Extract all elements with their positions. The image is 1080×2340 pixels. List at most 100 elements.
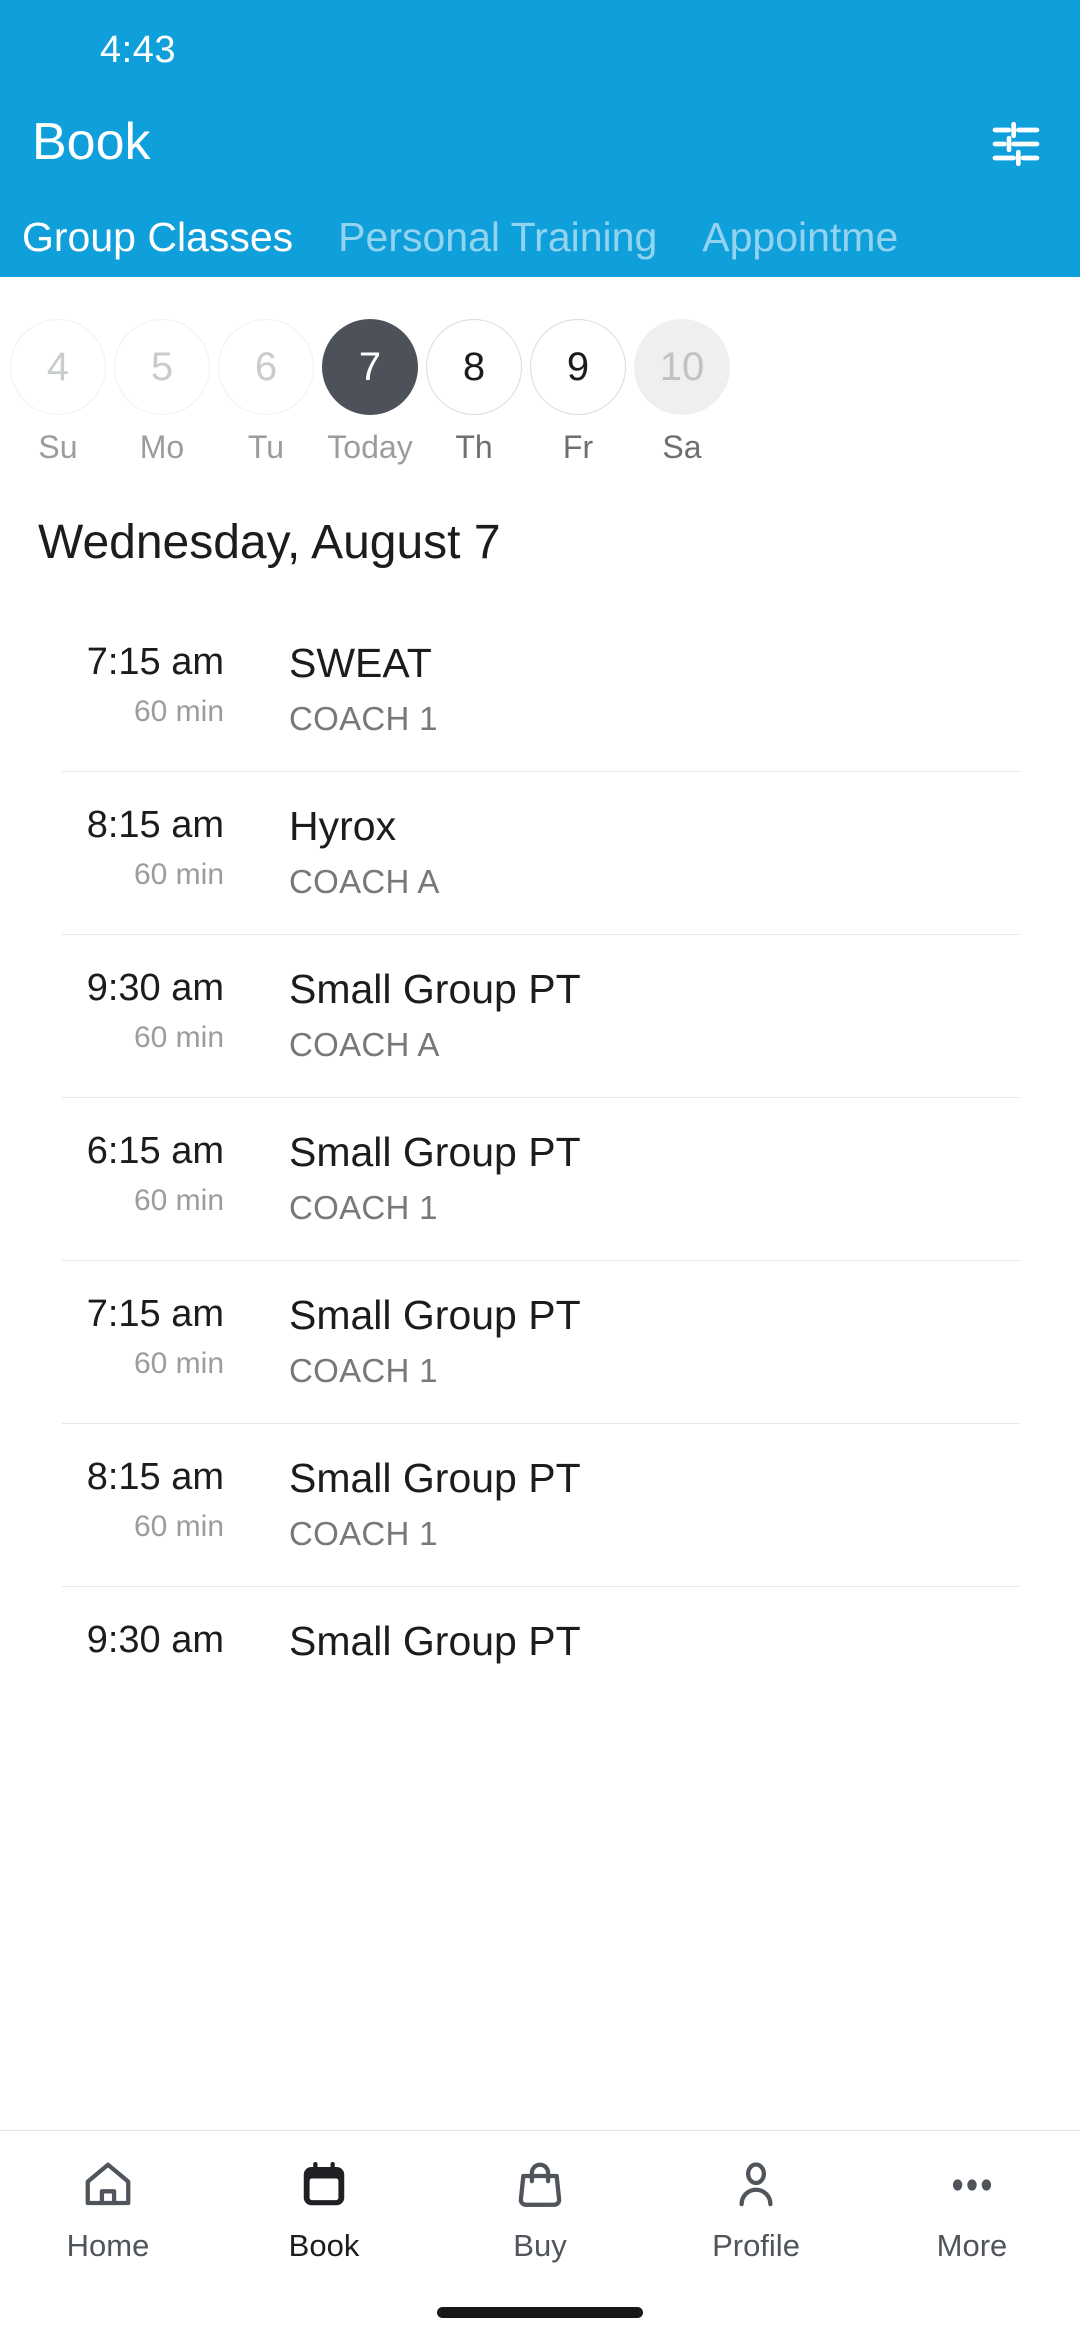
dots-icon <box>940 2153 1004 2217</box>
class-time: 9:30 am <box>86 967 224 1009</box>
app-bar: Book <box>0 96 1080 194</box>
class-name: Small Group PT <box>289 1292 581 1338</box>
class-info-column: Hyrox COACH A <box>224 802 1020 902</box>
class-duration: 60 min <box>133 1510 224 1543</box>
class-name: Small Group PT <box>289 966 581 1012</box>
class-info-column: Small Group PT COACH 1 <box>224 1454 1020 1554</box>
date-label-6: Tu <box>247 429 285 465</box>
date-cell-10[interactable]: 10 Sa <box>630 277 734 465</box>
home-icon <box>76 2153 140 2217</box>
class-time-column: 7:15 am 60 min <box>62 639 224 731</box>
date-label-8: Th <box>455 429 493 465</box>
class-name: Small Group PT <box>289 1129 581 1175</box>
date-cell-9[interactable]: 9 Fr <box>526 277 630 465</box>
nav-label-home: Home <box>66 2228 150 2263</box>
class-row[interactable]: 7:15 am 60 min SWEAT COACH 1 <box>62 609 1020 771</box>
class-coach: COACH A <box>289 1026 440 1063</box>
class-time: 7:15 am <box>86 641 224 683</box>
status-bar-clock: 4:43 <box>100 29 176 71</box>
tune-filter-icon <box>988 116 1044 172</box>
class-time: 7:15 am <box>86 1293 224 1335</box>
class-name: Hyrox <box>289 803 397 849</box>
class-duration: 60 min <box>133 1021 224 1054</box>
date-circle-6[interactable]: 6 <box>218 319 314 415</box>
date-cell-4[interactable]: 4 Su <box>6 277 110 465</box>
class-coach: COACH 1 <box>289 700 438 737</box>
date-label-5: Mo <box>139 429 185 465</box>
date-label-10: Sa <box>662 429 702 465</box>
class-time-column: 9:30 am 60 min <box>62 965 224 1057</box>
tab-appointments[interactable]: Appointme <box>702 213 898 261</box>
class-time-column: 6:15 am 60 min <box>62 1128 224 1220</box>
date-circle-5[interactable]: 5 <box>114 319 210 415</box>
class-time-column: 7:15 am 60 min <box>62 1291 224 1383</box>
class-row[interactable]: 9:30 am 60 min Small Group PT COACH A <box>62 934 1020 1097</box>
status-bar: 4:43 <box>0 0 1080 96</box>
nav-label-book: Book <box>288 2228 360 2263</box>
schedule-content[interactable]: Wednesday, August 7 7:15 am 60 min SWEAT… <box>0 477 1080 2130</box>
date-cell-7-today[interactable]: 7 Today <box>318 277 422 465</box>
nav-label-profile: Profile <box>712 2228 800 2263</box>
date-selector-strip[interactable]: 4 Su 5 Mo 6 Tu 7 Today 8 Th 9 Fr 10 Sa <box>0 277 1080 477</box>
tab-personal-training[interactable]: Personal Training <box>338 213 657 261</box>
date-label-today: Today <box>327 429 413 465</box>
date-cell-5[interactable]: 5 Mo <box>110 277 214 465</box>
date-label-4: Su <box>38 429 78 465</box>
class-time-column: 8:15 am 60 min <box>62 802 224 894</box>
class-list[interactable]: 7:15 am 60 min SWEAT COACH 1 8:15 am 60 … <box>0 609 1080 1709</box>
nav-item-more[interactable]: More <box>864 2153 1080 2265</box>
class-info-column: SWEAT COACH 1 <box>224 639 1020 739</box>
date-circle-4[interactable]: 4 <box>10 319 106 415</box>
class-info-column: Small Group PT <box>224 1617 1020 1677</box>
class-row[interactable]: 8:15 am 60 min Hyrox COACH A <box>62 771 1020 934</box>
class-row[interactable]: 6:15 am 60 min Small Group PT COACH 1 <box>62 1097 1020 1260</box>
class-coach: COACH 1 <box>289 1515 438 1552</box>
date-circle-7[interactable]: 7 <box>322 319 418 415</box>
calendar-icon <box>292 2153 356 2217</box>
class-name: SWEAT <box>289 640 432 686</box>
nav-item-book[interactable]: Book <box>216 2153 432 2265</box>
class-info-column: Small Group PT COACH A <box>224 965 1020 1065</box>
day-heading: Wednesday, August 7 <box>38 516 501 569</box>
class-time: 8:15 am <box>86 804 224 846</box>
class-row[interactable]: 9:30 am Small Group PT <box>62 1586 1020 1709</box>
class-name: Small Group PT <box>289 1618 581 1664</box>
nav-label-buy: Buy <box>513 2228 567 2263</box>
tab-bar[interactable]: Group Classes Personal Training Appointm… <box>0 196 1080 277</box>
nav-item-profile[interactable]: Profile <box>648 2153 864 2265</box>
person-icon <box>724 2153 788 2217</box>
class-duration: 60 min <box>133 1184 224 1217</box>
class-duration: 60 min <box>133 1347 224 1380</box>
class-name: Small Group PT <box>289 1455 581 1501</box>
class-time-column: 8:15 am 60 min <box>62 1454 224 1546</box>
class-info-column: Small Group PT COACH 1 <box>224 1291 1020 1391</box>
page-title: Book <box>32 113 151 171</box>
bottom-navigation-bar[interactable]: Home Book Buy Profile More <box>0 2130 1080 2340</box>
date-cell-6[interactable]: 6 Tu <box>214 277 318 465</box>
class-duration: 60 min <box>133 695 224 728</box>
nav-item-home[interactable]: Home <box>0 2153 216 2265</box>
date-cell-8[interactable]: 8 Th <box>422 277 526 465</box>
class-time: 8:15 am <box>86 1456 224 1498</box>
tab-group-classes[interactable]: Group Classes <box>22 213 293 261</box>
class-coach: COACH 1 <box>289 1352 438 1389</box>
bag-icon <box>508 2153 572 2217</box>
app-header: 4:43 Book Group Classes Personal Trainin… <box>0 0 1080 277</box>
date-row: 4 Su 5 Mo 6 Tu 7 Today 8 Th 9 Fr 10 Sa <box>0 277 734 477</box>
home-indicator[interactable] <box>437 2307 643 2318</box>
class-info-column: Small Group PT COACH 1 <box>224 1128 1020 1228</box>
date-label-9: Fr <box>562 429 594 465</box>
date-circle-8[interactable]: 8 <box>426 319 522 415</box>
class-row[interactable]: 8:15 am 60 min Small Group PT COACH 1 <box>62 1423 1020 1586</box>
class-time: 6:15 am <box>86 1130 224 1172</box>
class-duration: 60 min <box>133 858 224 891</box>
class-time: 9:30 am <box>86 1619 224 1661</box>
date-circle-9[interactable]: 9 <box>530 319 626 415</box>
date-circle-10[interactable]: 10 <box>634 319 730 415</box>
nav-item-buy[interactable]: Buy <box>432 2153 648 2265</box>
class-time-column: 9:30 am <box>62 1617 224 1671</box>
class-row[interactable]: 7:15 am 60 min Small Group PT COACH 1 <box>62 1260 1020 1423</box>
nav-label-more: More <box>936 2228 1008 2263</box>
class-coach: COACH 1 <box>289 1189 438 1226</box>
filter-button[interactable] <box>980 108 1052 180</box>
